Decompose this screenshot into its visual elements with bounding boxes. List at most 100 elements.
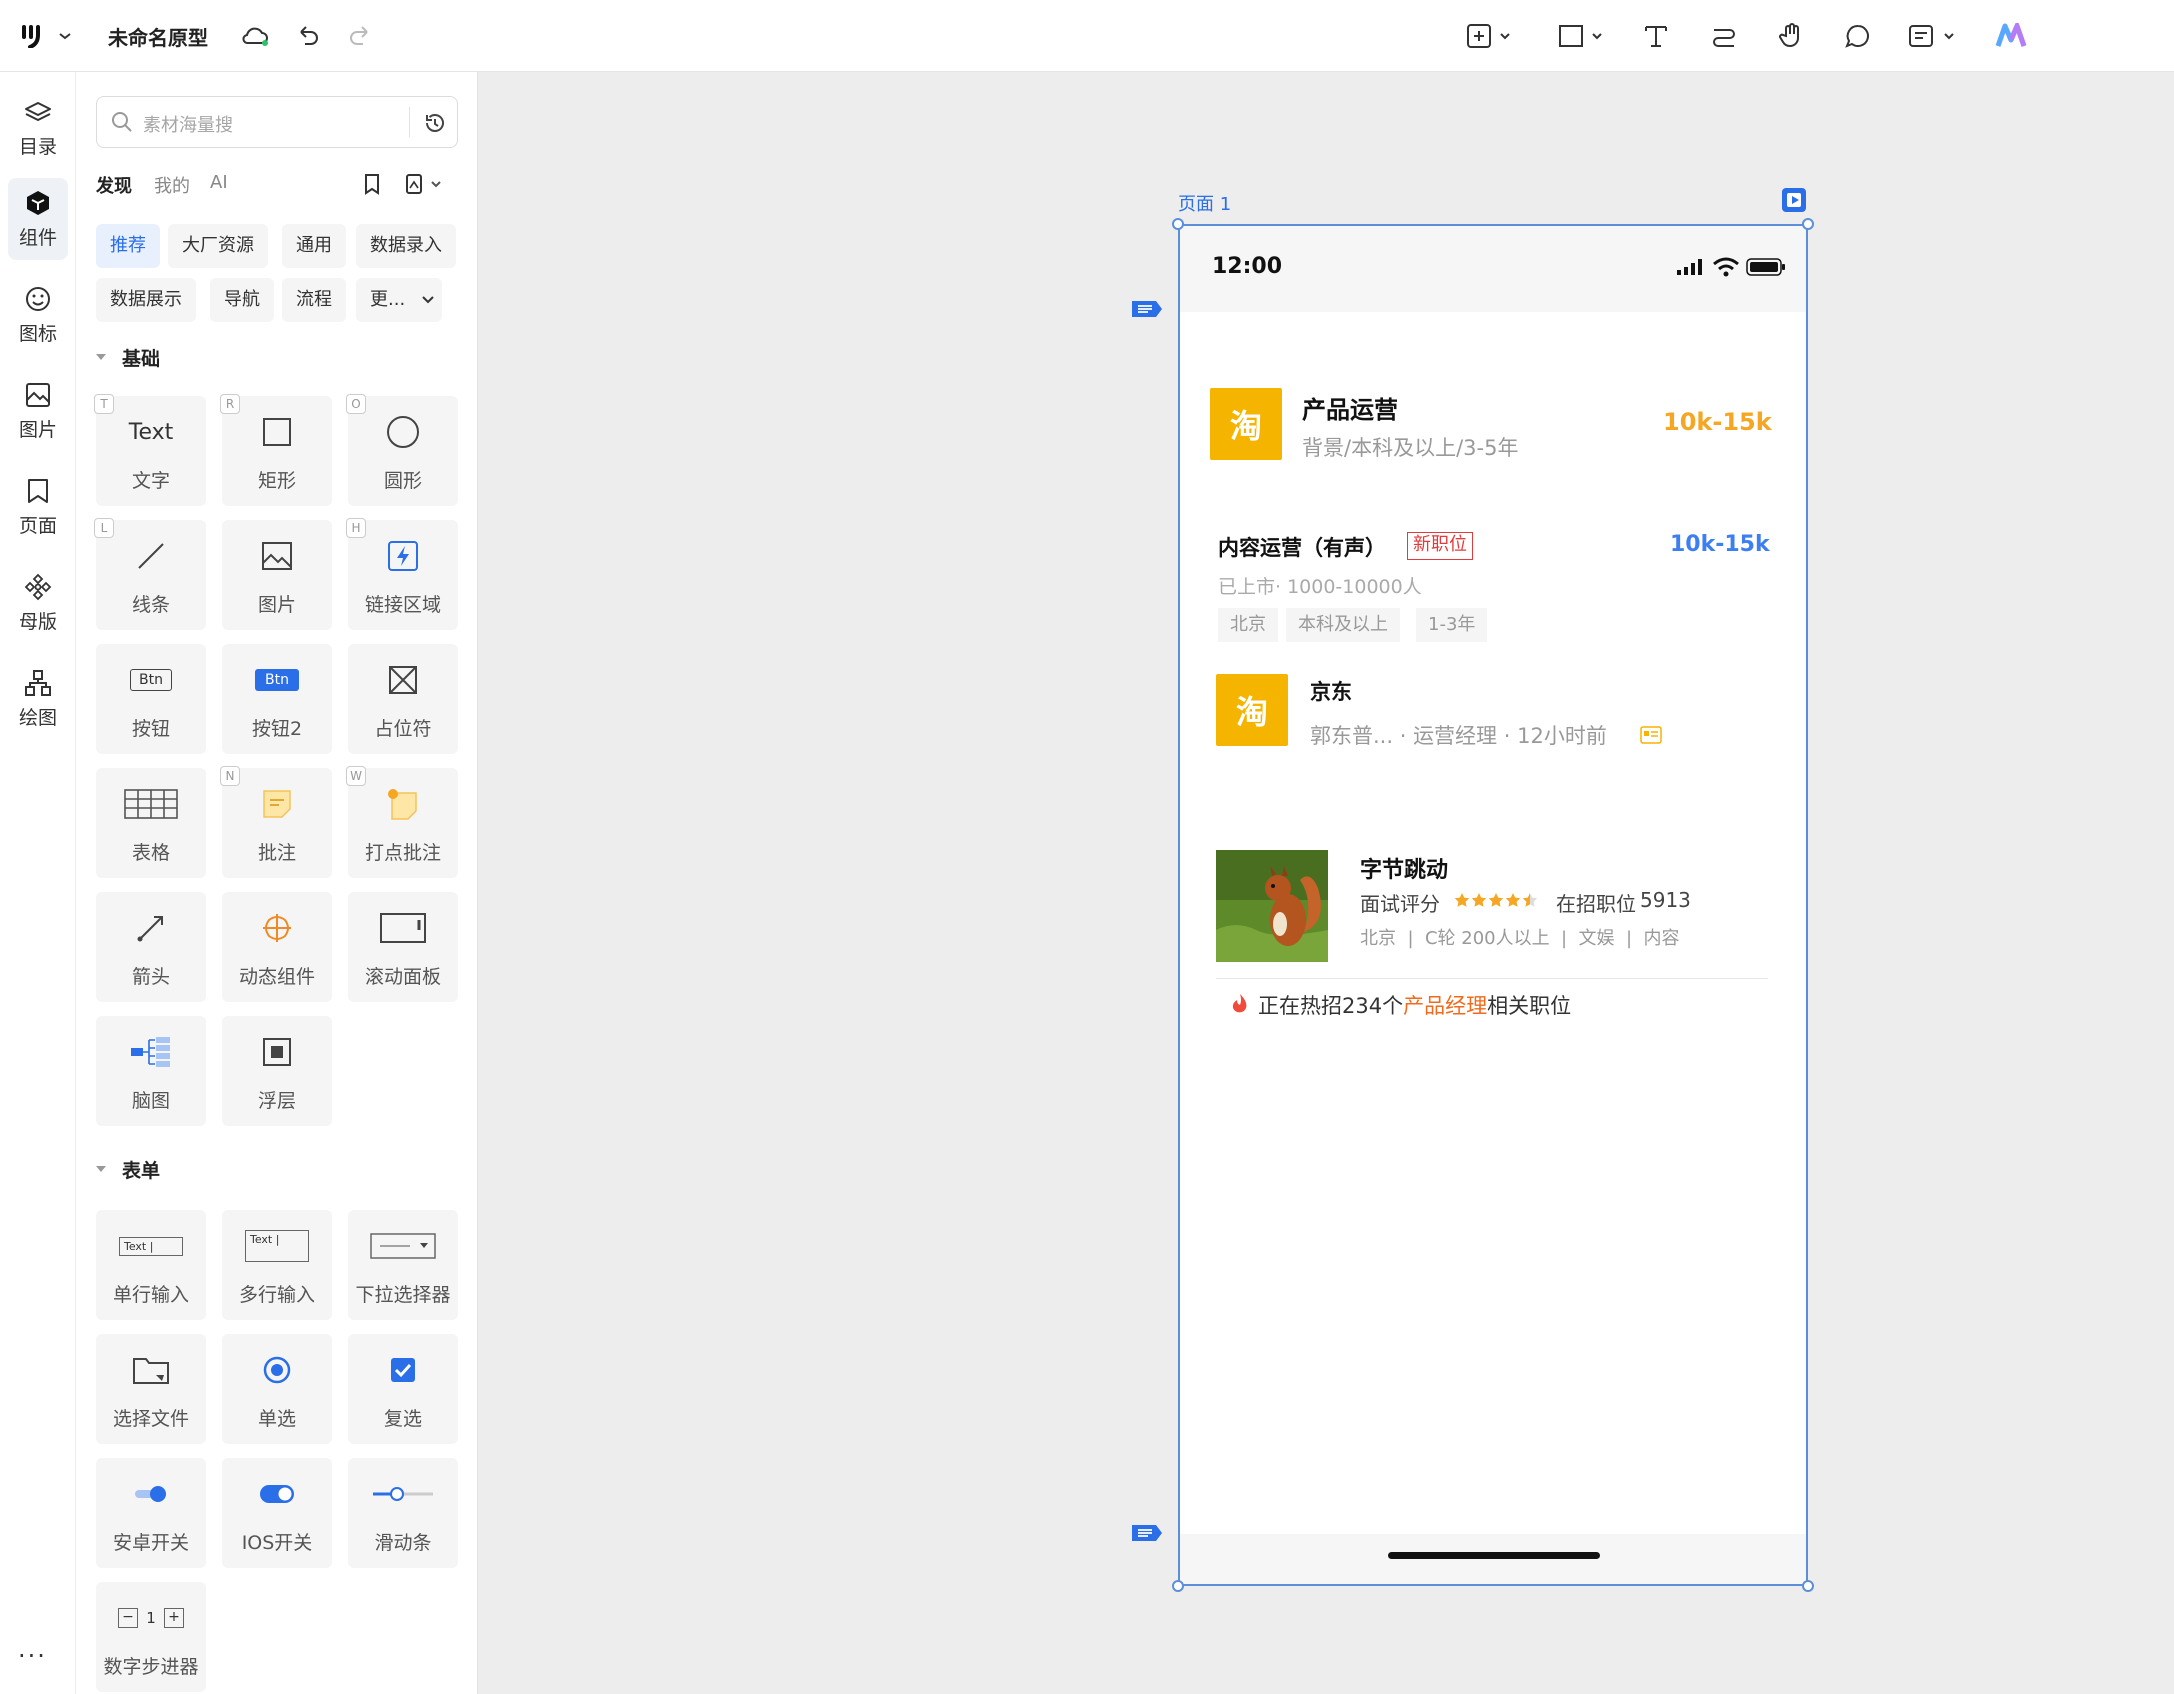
plus-icon: + xyxy=(164,1608,184,1628)
chip-recommend[interactable]: 推荐 xyxy=(96,224,160,268)
rail-item-images[interactable]: 图片 xyxy=(8,370,68,452)
rail-item-label: 绘图 xyxy=(18,706,57,729)
company-logo: 淘 xyxy=(1216,674,1288,746)
component-ios-switch[interactable]: IOS开关 xyxy=(222,1458,332,1568)
app-logo[interactable] xyxy=(22,22,80,50)
component-radio[interactable]: 单选 xyxy=(222,1334,332,1444)
component-label: 单行输入 xyxy=(112,1284,189,1306)
component-mindmap[interactable]: 脑图 xyxy=(96,1016,206,1126)
company-details: 北京 | C轮 200人以上 | 文娱 | 内容 xyxy=(1360,928,1680,949)
resize-handle[interactable] xyxy=(1172,218,1184,230)
rail-item-components[interactable]: 组件 xyxy=(8,178,68,260)
component-single-input[interactable]: Text | 单行输入 xyxy=(96,1210,206,1320)
more-menu-button[interactable]: ··· xyxy=(18,1642,47,1670)
component-line[interactable]: L 线条 xyxy=(94,518,206,630)
chip-data-entry[interactable]: 数据录入 xyxy=(356,224,456,268)
chip-more[interactable]: 更... xyxy=(356,278,442,322)
add-page-icon[interactable] xyxy=(1460,18,1520,54)
rail-item-pages[interactable]: 页面 xyxy=(8,466,68,548)
chip-flow[interactable]: 流程 xyxy=(282,278,346,322)
page-frame-label[interactable]: 页面 1 xyxy=(1178,190,1231,216)
annotation-marker-icon[interactable] xyxy=(1130,298,1164,320)
annotation-marker-icon[interactable] xyxy=(1130,1522,1164,1544)
rail-item-label: 图片 xyxy=(18,418,57,441)
text-tool-icon[interactable] xyxy=(1638,18,1674,54)
scroll-panel-icon xyxy=(380,913,426,943)
collapse-caret-icon[interactable] xyxy=(94,352,108,362)
component-table[interactable]: 表格 xyxy=(96,768,206,878)
ios-switch-icon xyxy=(260,1485,294,1503)
star-icon xyxy=(1505,893,1521,907)
component-pin-annotation[interactable]: W 打点批注 xyxy=(346,766,458,878)
smiley-icon xyxy=(26,286,50,311)
search-input[interactable]: 素材海量搜 xyxy=(96,96,458,148)
hot-jobs-line[interactable]: 正在热招234个产品经理相关职位 xyxy=(1258,990,1571,1020)
resize-handle[interactable] xyxy=(1172,1580,1184,1592)
component-link-area[interactable]: H 链接区域 xyxy=(346,518,458,630)
history-icon[interactable] xyxy=(423,111,447,135)
button-icon: Btn xyxy=(130,669,172,691)
component-multi-input[interactable]: Text | 多行输入 xyxy=(222,1210,332,1320)
company-name[interactable]: 京东 xyxy=(1310,676,1352,706)
rail-item-icons[interactable]: 图标 xyxy=(8,274,68,356)
component-overlay[interactable]: 浮层 xyxy=(222,1016,332,1126)
design-canvas[interactable]: 页面 1 12:00 淘 产品运营 背景/本科及以上/3-5年 10k-15k … xyxy=(478,72,2174,1694)
component-android-switch[interactable]: 安卓开关 xyxy=(96,1458,206,1568)
rectangle-tool-icon[interactable] xyxy=(1552,18,1612,54)
bookmark-icon[interactable] xyxy=(362,172,382,196)
comment-tool-icon[interactable] xyxy=(1840,18,1876,54)
preview-play-icon[interactable] xyxy=(1780,186,1808,214)
hand-tool-icon[interactable] xyxy=(1774,18,1810,54)
component-slider[interactable]: 滑动条 xyxy=(348,1458,458,1568)
component-dynamic[interactable]: 动态组件 xyxy=(222,892,332,1002)
resize-handle[interactable] xyxy=(1802,1580,1814,1592)
component-annotation[interactable]: N 批注 xyxy=(220,766,332,878)
tab-ai[interactable]: AI xyxy=(210,172,228,193)
resize-handle[interactable] xyxy=(1802,218,1814,230)
tab-mine[interactable]: 我的 xyxy=(154,172,190,198)
component-text[interactable]: T Text 文字 xyxy=(94,394,206,506)
dropdown-icon xyxy=(370,1233,436,1259)
component-rectangle[interactable]: R 矩形 xyxy=(220,394,332,506)
component-file-select[interactable]: 选择文件 xyxy=(96,1334,206,1444)
note-tool-icon[interactable] xyxy=(1904,18,1964,54)
chip-big-tech[interactable]: 大厂资源 xyxy=(168,224,268,268)
collapse-caret-icon[interactable] xyxy=(94,1164,108,1174)
cloud-sync-icon[interactable] xyxy=(238,18,274,54)
rail-item-label: 页面 xyxy=(18,514,57,537)
component-circle[interactable]: O 圆形 xyxy=(346,394,458,506)
component-placeholder[interactable]: 占位符 xyxy=(348,644,458,754)
undo-icon[interactable] xyxy=(290,18,326,54)
chip-general[interactable]: 通用 xyxy=(282,224,346,268)
component-button2[interactable]: Btn 按钮2 xyxy=(222,644,332,754)
hot-suffix: 相关职位 xyxy=(1487,994,1572,1018)
job-title[interactable]: 内容运营（有声） xyxy=(1218,532,1386,562)
ai-logo-icon[interactable] xyxy=(1994,18,2030,54)
component-arrow[interactable]: 箭头 xyxy=(96,892,206,1002)
library-filter-icon[interactable] xyxy=(404,172,448,196)
rail-item-catalog[interactable]: 目录 xyxy=(8,88,68,170)
component-scroll-panel[interactable]: 滚动面板 xyxy=(348,892,458,1002)
component-image[interactable]: 图片 xyxy=(222,520,332,630)
phone-frame[interactable]: 12:00 淘 产品运营 背景/本科及以上/3-5年 10k-15k 内容运营（… xyxy=(1178,224,1808,1586)
rail-item-drawing[interactable]: 绘图 xyxy=(8,658,68,740)
component-label: 图片 xyxy=(257,594,296,616)
star-icon xyxy=(1454,893,1470,907)
chip-navigation[interactable]: 导航 xyxy=(210,278,274,322)
rail-item-label: 组件 xyxy=(18,226,57,249)
tab-discover[interactable]: 发现 xyxy=(96,172,132,198)
component-dropdown[interactable]: 下拉选择器 xyxy=(348,1210,458,1320)
connector-tool-icon[interactable] xyxy=(1706,18,1742,54)
job-title[interactable]: 产品运营 xyxy=(1302,390,1398,425)
document-title[interactable]: 未命名原型 xyxy=(108,22,208,51)
chip-more-label: 更... xyxy=(370,289,406,310)
component-button[interactable]: Btn 按钮 xyxy=(96,644,206,754)
chip-data-display[interactable]: 数据展示 xyxy=(96,278,196,322)
component-checkbox[interactable]: 复选 xyxy=(348,1334,458,1444)
company-name[interactable]: 字节跳动 xyxy=(1360,852,1448,884)
logo-icon xyxy=(22,25,40,48)
rail-item-master[interactable]: 母版 xyxy=(8,562,68,644)
redo-icon[interactable] xyxy=(342,18,378,54)
star-icon xyxy=(1471,893,1487,907)
component-number-stepper[interactable]: − 1 + 数字步进器 xyxy=(96,1582,206,1692)
